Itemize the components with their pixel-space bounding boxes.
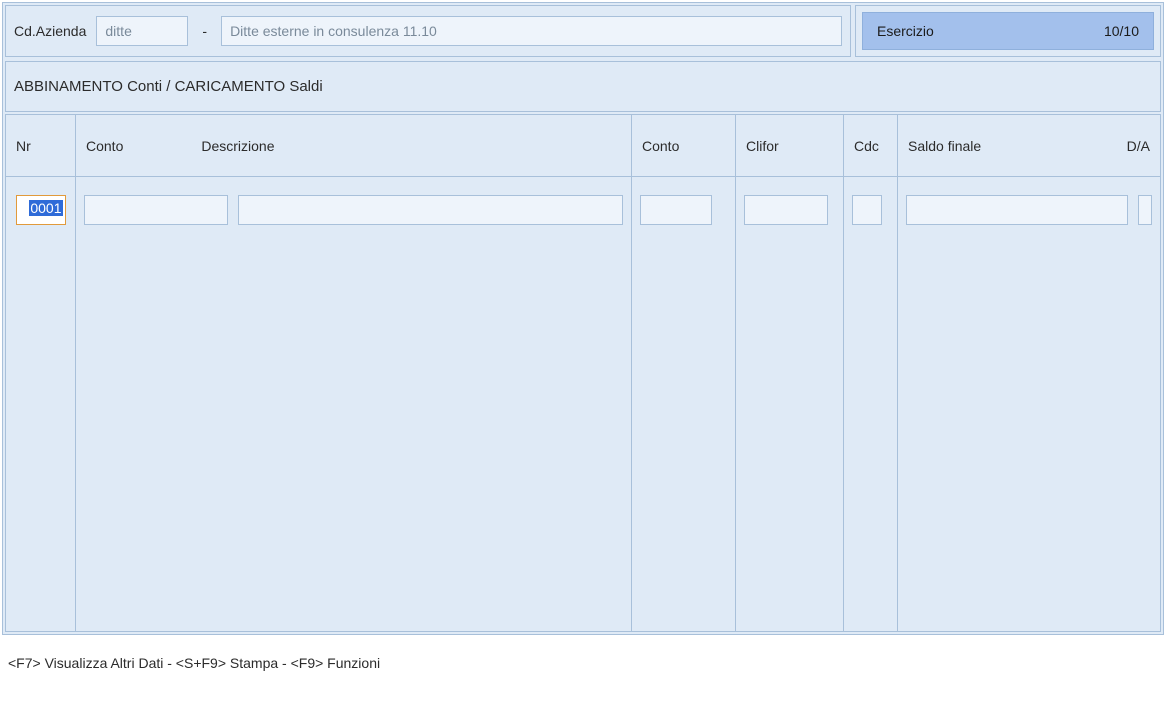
col-cdc: Cdc	[844, 115, 898, 631]
esercizio-bar: Esercizio 10/10	[862, 12, 1154, 50]
col-saldo: Saldo finale D/A	[898, 115, 1160, 631]
footer-hint: <F7> Visualizza Altri Dati - <S+F9> Stam…	[0, 637, 1166, 679]
col-nr: Nr 0001	[6, 115, 76, 631]
esercizio-label: Esercizio	[877, 23, 934, 39]
col-conto2-header: Conto	[632, 115, 735, 177]
separator: -	[198, 23, 211, 39]
conto2-input[interactable]	[640, 195, 712, 225]
section-title: ABBINAMENTO Conti / CARICAMENTO Saldi	[5, 61, 1161, 112]
col-clifor: Clifor	[736, 115, 844, 631]
col-saldo-header: Saldo finale D/A	[898, 115, 1160, 177]
col-da-header: D/A	[1127, 138, 1150, 154]
col-descrizione-header: Descrizione	[201, 138, 274, 154]
cd-azienda-label: Cd.Azienda	[14, 23, 86, 39]
col-conto-header: Conto	[86, 138, 123, 154]
data-grid: Nr 0001 Conto Descrizione Conto Clifor	[5, 114, 1161, 632]
da-input[interactable]	[1138, 195, 1152, 225]
esercizio-value: 10/10	[1104, 23, 1139, 39]
col-clifor-header: Clifor	[736, 115, 843, 177]
azienda-box: Cd.Azienda -	[5, 5, 851, 57]
col-saldo-finale-header: Saldo finale	[908, 138, 981, 154]
conto-input[interactable]	[84, 195, 228, 225]
main-panel: Cd.Azienda - Esercizio 10/10 ABBINAMENTO…	[2, 2, 1164, 635]
clifor-input[interactable]	[744, 195, 828, 225]
col-conto-desc: Conto Descrizione	[76, 115, 632, 631]
esercizio-box: Esercizio 10/10	[855, 5, 1161, 57]
col-conto-desc-header: Conto Descrizione	[76, 115, 631, 177]
nr-input[interactable]: 0001	[16, 195, 66, 225]
col-conto2: Conto	[632, 115, 736, 631]
cdc-input[interactable]	[852, 195, 882, 225]
saldo-finale-input[interactable]	[906, 195, 1128, 225]
col-nr-header: Nr	[6, 115, 75, 177]
azienda-desc-field[interactable]	[221, 16, 842, 46]
header-row: Cd.Azienda - Esercizio 10/10	[3, 3, 1163, 59]
cd-azienda-field[interactable]	[96, 16, 188, 46]
descrizione-input[interactable]	[238, 195, 623, 225]
col-cdc-header: Cdc	[844, 115, 897, 177]
